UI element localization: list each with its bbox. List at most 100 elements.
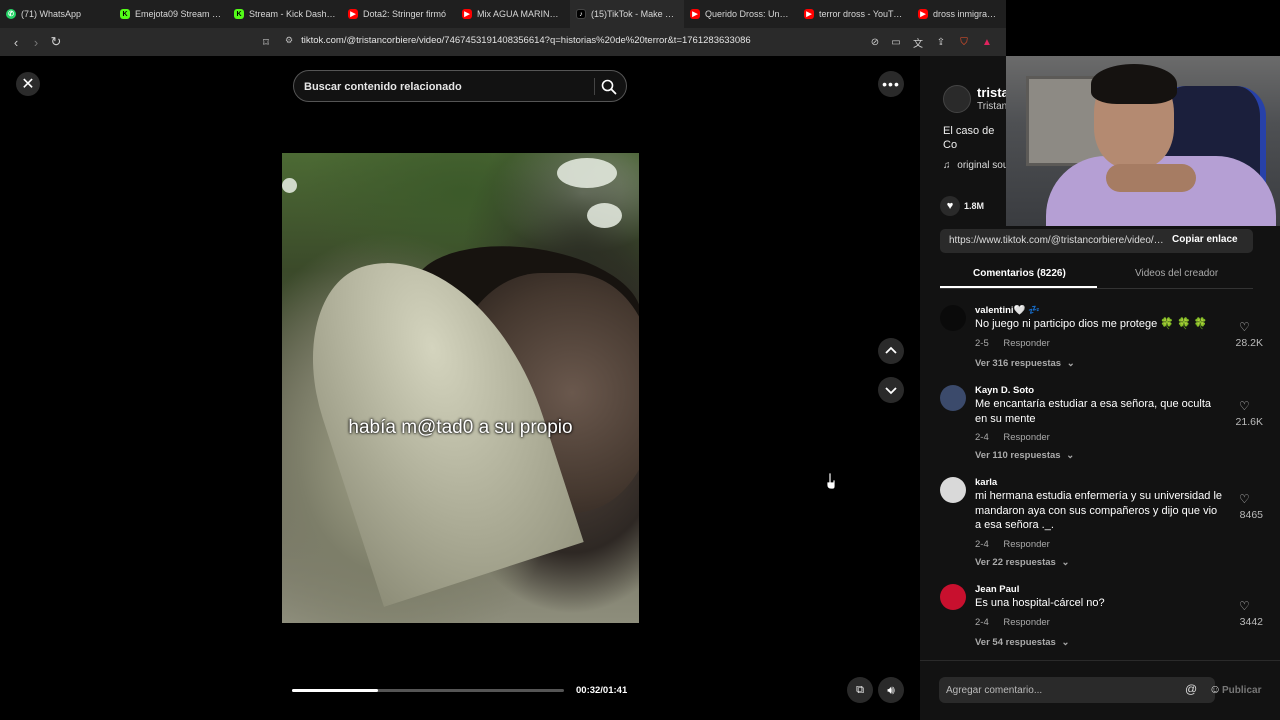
share-link[interactable]: https://www.tiktok.com/@tristancorbiere/… [949,235,1167,246]
floating-player-button[interactable]: ⧉ [847,677,873,703]
tab-label: Dota2: Stringer firmó [363,9,447,19]
creator-name[interactable]: trista [977,85,1009,100]
youtube-icon: ▶ [690,9,700,19]
video-leaf-highlight [557,158,617,188]
view-replies-button[interactable]: Ver 110 respuestas ⌄ [975,450,1074,461]
browser-tab[interactable]: ▶ Mix AGUA MARINA - E [456,0,570,28]
view-replies-button[interactable]: Ver 54 respuestas ⌄ [975,637,1069,648]
like-count: 1.8M [964,201,985,211]
bookmark-icon[interactable]: ⌑ [256,32,276,52]
youtube-icon: ▶ [462,9,472,19]
volume-icon: 🔊︎ [887,682,895,697]
comment-username[interactable]: karla [975,477,997,488]
video-frame[interactable] [282,153,639,623]
tab-label: terror dross - YouTube [819,9,906,19]
share-icon[interactable]: ⇪ [933,34,949,50]
tab-active-indicator [940,286,1097,288]
tracking-icon[interactable]: ⊘ [867,34,883,50]
whatsapp-icon: ✆ [6,9,16,19]
brave-rewards-icon[interactable]: ▲ [979,34,995,50]
view-replies-button[interactable]: Ver 22 respuestas ⌄ [975,557,1069,568]
reload-icon[interactable]: ↻ [46,32,66,52]
webcam-person-hands [1106,164,1196,192]
avatar[interactable] [940,305,966,331]
search-icon[interactable] [600,78,618,96]
webcam-person-hair [1091,64,1177,104]
more-icon: ••• [882,76,900,92]
comment-like-count: 21.6K [1235,416,1263,428]
comment-like-icon[interactable]: ♡ [1239,320,1250,334]
creator-avatar[interactable] [943,85,971,113]
cast-icon[interactable]: ▭ [888,34,904,50]
comment-input[interactable] [946,682,1161,698]
avatar[interactable] [940,584,966,610]
avatar[interactable] [940,477,966,503]
tab-comments[interactable]: Comentarios (8226) [973,268,1066,279]
browser-tab[interactable]: ▶ Querido Dross: Una hi [684,0,798,28]
browser-tab[interactable]: ▶ Dota2: Stringer firmó [342,0,456,28]
comment-meta: 2-4 Responder [975,617,1050,628]
previous-video-button[interactable] [878,338,904,364]
emoji-icon[interactable]: ☺ [1209,682,1221,696]
music-note-icon: ♫ [943,160,951,171]
address-bar-row: ‹ › ↻ ⌑ ⚙ tiktok.com/@tristancorbiere/vid… [0,28,1006,56]
reply-button[interactable]: Responder [1003,432,1049,443]
back-icon[interactable]: ‹ [6,32,26,52]
reply-button[interactable]: Responder [1003,539,1049,550]
comment-text: Me encantaría estudiar a esa señora, que… [975,398,1212,425]
video-progress-bar[interactable] [292,689,564,692]
tab-creator-videos[interactable]: Videos del creador [1135,268,1218,279]
reply-button[interactable]: Responder [1003,338,1049,349]
browser-tab[interactable]: ▶ dross inmigrantes - [912,0,1006,28]
close-button[interactable]: ✕ [16,72,40,96]
browser-tab[interactable]: K Emejota09 Stream - W [114,0,228,28]
comment-like-icon[interactable]: ♡ [1239,399,1250,413]
comment-like-icon[interactable]: ♡ [1239,599,1250,613]
browser-tab[interactable]: ✆ (71) WhatsApp [0,0,114,28]
sound-link[interactable]: ♫ original sou [943,160,1008,171]
comment-username[interactable]: Kayn D. Soto [975,385,1034,396]
search-divider [594,78,595,95]
comment-input-box: @ ☺ [939,677,1221,703]
tab-label: dross inmigrantes - [933,9,1000,19]
related-search-box [293,70,627,102]
publish-button[interactable]: Publicar [1222,685,1261,696]
video-leaf-highlight [587,203,622,228]
video-leaf-highlight [282,178,297,193]
comment-like-icon[interactable]: ♡ [1239,492,1250,506]
heart-icon[interactable]: ♥ [940,196,960,216]
volume-button[interactable]: 🔊︎ [878,677,904,703]
more-options-button[interactable]: ••• [878,71,904,97]
comment-like-count: 3442 [1239,616,1263,628]
screen: ✆ (71) WhatsApp K Emejota09 Stream - W K… [0,0,1280,720]
browser-tab-bar: ✆ (71) WhatsApp K Emejota09 Stream - W K… [0,0,1006,28]
browser-tab[interactable]: K Stream - Kick Dashbo [228,0,342,28]
translate-icon[interactable]: 文 [910,34,926,50]
kick-icon: K [234,9,244,19]
browser-tab-active[interactable]: ♪ (15)TikTok - Make You [570,0,684,28]
view-replies-label: Ver 22 respuestas [975,557,1056,568]
site-info-icon[interactable]: ⚙ [285,35,293,45]
chevron-down-icon: ⌄ [1066,358,1075,369]
mention-icon[interactable]: @ [1185,682,1197,696]
view-replies-button[interactable]: Ver 316 respuestas ⌄ [975,358,1075,369]
chevron-down-icon: ⌄ [1066,450,1075,461]
tab-label: Querido Dross: Una hi [705,9,792,19]
forward-icon[interactable]: › [26,32,46,52]
search-input[interactable] [304,78,584,95]
comment-meta: 2-4 Responder [975,432,1050,443]
reply-button[interactable]: Responder [1003,617,1049,628]
like-action[interactable]: ♥ 1.8M [940,196,984,216]
chevron-down-icon: ⌄ [1061,637,1070,648]
comment-username[interactable]: Jean Paul [975,584,1019,595]
copy-link-button[interactable]: Copiar enlace [1172,234,1238,245]
comment-date: 2-4 [975,539,989,550]
next-video-button[interactable] [878,377,904,403]
browser-tab[interactable]: ▶ terror dross - YouTube [798,0,912,28]
avatar[interactable] [940,385,966,411]
tab-label: (15)TikTok - Make You [591,9,678,19]
brave-shield-icon[interactable]: ⛉ [956,34,972,50]
comment-item: valentini🤍 💤 No juego ni participo dios … [940,305,1270,375]
comment-username[interactable]: valentini🤍 💤 [975,305,1040,316]
url-field[interactable]: ⚙ tiktok.com/@tristancorbiere/video/74674… [285,35,751,46]
